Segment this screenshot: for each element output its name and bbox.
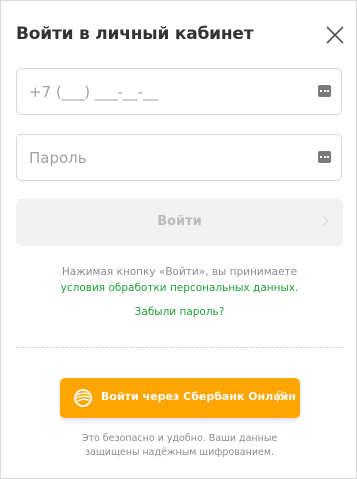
consent-link-row: условия обработки персональных данных. [1, 282, 357, 294]
login-button-label: Войти [157, 214, 202, 229]
divider [16, 347, 343, 348]
modal-title: Войти в личный кабинет [16, 24, 254, 44]
sberbank-button-label: Войти через Сбербанк Онлайн [101, 390, 296, 403]
chevron-right-icon [322, 215, 330, 227]
forgot-password-link[interactable]: Забыли пароль? [1, 306, 357, 318]
password-field[interactable] [16, 134, 342, 181]
key-icon[interactable] [318, 85, 331, 97]
login-button[interactable]: Войти [16, 199, 343, 246]
personal-data-terms-link[interactable]: условия обработки персональных данных. [61, 282, 299, 294]
consent-text: Нажимая кнопку «Войти», вы принимаете [61, 266, 298, 278]
close-icon[interactable] [325, 25, 345, 45]
security-note-line-2: защищены надёжным шифрованием. [84, 447, 275, 458]
security-note-line-1: Это безопасно и удобно. Ваши данные [81, 433, 278, 444]
login-modal: Войти в личный кабинет Войти Нажимая кно… [0, 0, 357, 479]
password-input[interactable] [29, 135, 299, 180]
key-icon[interactable] [318, 151, 331, 163]
phone-input[interactable] [29, 69, 299, 114]
beta-badge: β [276, 389, 284, 403]
phone-field[interactable] [16, 68, 342, 115]
sberbank-online-login-button[interactable]: Войти через Сбербанк Онлайн β [60, 378, 300, 418]
sber-logo-icon [74, 389, 92, 407]
